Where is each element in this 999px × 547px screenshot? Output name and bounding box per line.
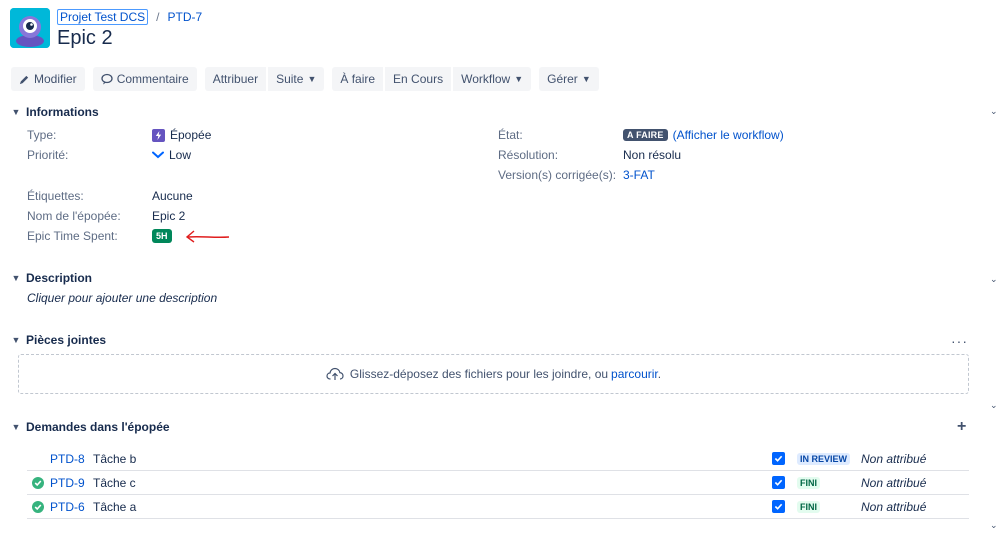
table-row[interactable]: PTD-9 Tâche c FINI Non attribué [27,471,969,495]
manage-button-label: Gérer [547,72,578,86]
project-avatar-icon [10,8,50,48]
child-issue-assignee: Non attribué [861,451,927,466]
done-check-icon [32,476,44,489]
issue-toolbar: Modifier Commentaire Attribuer Suite ▼ À… [11,67,607,91]
add-child-issue-icon[interactable]: + [957,418,966,436]
resolution-label: Résolution: [498,148,559,162]
issue-title[interactable]: Epic 2 [57,27,113,50]
caret-down-icon: ▼ [11,422,21,432]
details-heading: Informations [26,105,99,119]
manage-button[interactable]: Gérer ▼ [539,67,599,91]
annotation-arrow-icon [185,230,230,243]
description-placeholder[interactable]: Cliquer pour ajouter une description [27,291,217,305]
caret-down-icon: ▼ [11,107,21,117]
epic-time-badge: 5H [152,229,172,243]
comment-button-label: Commentaire [116,72,189,86]
breadcrumb-issue-key-link[interactable]: PTD-7 [168,10,203,24]
epic-name-label: Nom de l'épopée: [27,209,121,223]
in-progress-transition-button[interactable]: En Cours [385,67,452,91]
attachments-more-icon[interactable]: ··· [951,333,968,349]
fix-version-label: Version(s) corrigée(s): [498,168,617,182]
breadcrumb-project-link[interactable]: Projet Test DCS [57,9,149,25]
status-value: A FAIRE (Afficher le workflow) [623,128,784,142]
epic-issues-heading: Demandes dans l'épopée [26,420,170,434]
workflow-button[interactable]: Workflow ▼ [453,67,532,91]
panel-chevron-icon[interactable]: ⌄ [990,520,998,531]
breadcrumb: Projet Test DCS / PTD-7 [57,9,202,25]
resolution-value: Non résolu [623,148,682,162]
epic-lightning-icon [152,128,165,142]
done-check-icon [32,500,44,513]
dropzone-text: Glissez-déposez des fichiers pour les jo… [349,367,609,381]
epic-time-value: 5H [152,229,172,243]
child-issue-summary[interactable]: Tâche a [93,500,136,514]
child-issue-assignee: Non attribué [861,499,927,514]
priority-value-text: Low [169,148,192,162]
child-issue-key[interactable]: PTD-9 [50,476,85,490]
child-issue-summary[interactable]: Tâche b [93,452,136,466]
priority-label: Priorité: [27,148,69,162]
description-heading: Description [26,271,93,285]
description-section-header[interactable]: ▼ Description [11,271,92,285]
dropzone-period: . [657,367,662,381]
child-issue-key[interactable]: PTD-8 [50,452,85,466]
type-value: Épopée [152,128,211,142]
labels-label: Étiquettes: [27,189,84,203]
transition-group: À faire En Cours Workflow ▼ [332,67,532,91]
epic-issues-section-header[interactable]: ▼ Demandes dans l'épopée [11,420,170,434]
comment-button[interactable]: Commentaire [92,67,197,91]
details-section-header[interactable]: ▼ Informations [11,105,99,119]
assign-button[interactable]: Attribuer [204,67,267,91]
chevron-down-icon: ▼ [514,74,524,84]
type-value-text: Épopée [170,128,212,142]
chevron-down-icon: ▼ [307,74,317,84]
epic-time-label: Epic Time Spent: [27,229,118,243]
view-workflow-link[interactable]: (Afficher le workflow) [673,128,784,142]
assign-more-group: Attribuer Suite ▼ [204,67,325,91]
issue-view: Projet Test DCS / PTD-7 Epic 2 Modifier … [0,0,999,547]
task-checkbox-icon [772,476,785,489]
edit-button-label: Modifier [34,72,77,86]
child-issue-key[interactable]: PTD-6 [50,500,85,514]
priority-low-icon [152,151,164,159]
workflow-button-label: Workflow [461,72,511,86]
caret-down-icon: ▼ [11,273,21,283]
attachment-dropzone[interactable]: Glissez-déposez des fichiers pour les jo… [18,354,969,394]
breadcrumb-separator: / [156,10,160,24]
more-button[interactable]: Suite ▼ [268,67,325,91]
child-issue-status[interactable]: FINI [797,476,820,489]
child-issue-status[interactable]: FINI [797,500,820,513]
attachments-heading: Pièces jointes [26,333,107,347]
attachments-section-header[interactable]: ▼ Pièces jointes [11,333,107,347]
panel-chevron-icon[interactable]: ⌄ [990,274,998,285]
task-checkbox-icon [772,500,785,513]
todo-transition-button[interactable]: À faire [332,67,384,91]
browse-files-link[interactable]: parcourir [611,367,658,381]
cloud-upload-icon [326,367,344,380]
priority-value: Low [152,148,191,162]
project-avatar[interactable] [10,8,50,48]
panel-chevron-icon[interactable]: ⌄ [990,106,998,117]
comment-icon [101,73,113,85]
child-issue-assignee: Non attribué [861,475,927,490]
labels-value[interactable]: Aucune [152,189,193,203]
fix-version-link[interactable]: 3-FAT [623,168,655,182]
table-row[interactable]: PTD-6 Tâche a FINI Non attribué [27,495,969,519]
status-lozenge[interactable]: A FAIRE [623,129,668,141]
child-issue-status[interactable]: IN REVIEW [797,452,851,465]
pencil-icon [19,75,29,84]
type-label: Type: [27,128,57,142]
chevron-down-icon: ▼ [581,74,591,84]
status-label: État: [498,128,523,142]
caret-down-icon: ▼ [11,335,21,345]
task-checkbox-icon [772,452,785,465]
child-issue-summary[interactable]: Tâche c [93,476,136,490]
epic-name-value[interactable]: Epic 2 [152,209,185,223]
panel-chevron-icon[interactable]: ⌄ [990,400,998,411]
table-row[interactable]: PTD-8 Tâche b IN REVIEW Non attribué [27,447,969,471]
more-button-label: Suite [276,72,304,86]
fix-version-value: 3-FAT [623,168,655,182]
edit-button[interactable]: Modifier [11,67,85,91]
